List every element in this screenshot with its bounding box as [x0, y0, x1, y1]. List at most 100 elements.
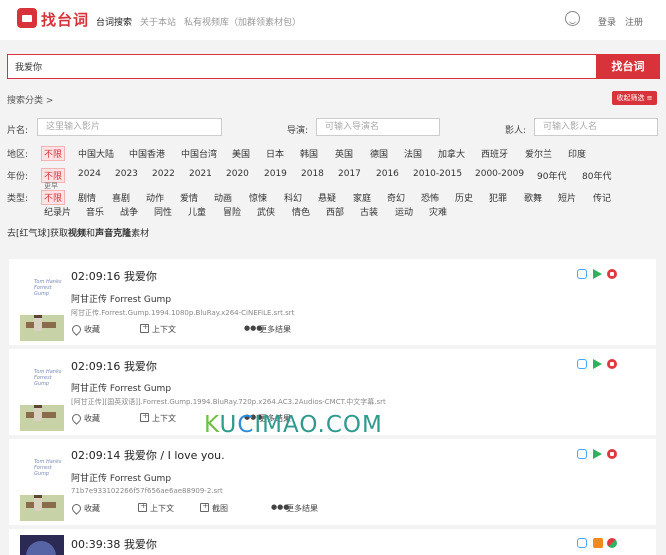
context-button[interactable]: 上下文: [152, 413, 176, 424]
year-option[interactable]: 90年代: [537, 169, 566, 182]
collapse-filter-button[interactable]: 收起筛选 ≡: [612, 91, 657, 105]
type-option[interactable]: 运动: [395, 205, 413, 218]
year-option[interactable]: 2022: [152, 169, 175, 179]
year-option[interactable]: 2023: [115, 169, 138, 179]
favorite-button[interactable]: 收藏: [84, 324, 100, 335]
year-option[interactable]: 80年代: [582, 169, 611, 182]
type-option[interactable]: 战争: [120, 205, 138, 218]
year-option[interactable]: 2020: [226, 169, 249, 179]
nav-about[interactable]: 关于本站: [140, 15, 176, 28]
video-source-icon[interactable]: [607, 269, 617, 279]
year-option[interactable]: 2010-2015: [413, 169, 462, 179]
result-time-line[interactable]: 00:39:38 我爱你: [71, 536, 157, 552]
video-source-icon[interactable]: [607, 538, 617, 548]
type-option[interactable]: 武侠: [257, 205, 275, 218]
region-option[interactable]: 西班牙: [481, 147, 508, 160]
play-icon[interactable]: [593, 269, 602, 279]
region-option[interactable]: 不限: [41, 146, 66, 161]
region-option[interactable]: 中国香港: [129, 147, 165, 160]
nav-subtitle-search[interactable]: 台词搜索: [96, 15, 132, 28]
type-option[interactable]: 爱情: [180, 191, 198, 204]
screenshot-icon[interactable]: [200, 501, 209, 512]
play-icon[interactable]: [593, 359, 602, 369]
region-option[interactable]: 印度: [568, 147, 586, 160]
login-link[interactable]: 登录: [598, 15, 616, 28]
context-icon[interactable]: [138, 501, 147, 512]
result-time-line[interactable]: 02:09:14 我爱你 / I love you.: [71, 447, 225, 463]
movie-poster[interactable]: Tom Hanks Forrest Gump: [20, 445, 64, 521]
video-source-icon[interactable]: [593, 538, 603, 548]
type-option[interactable]: 惊悚: [249, 191, 267, 204]
result-movie-title[interactable]: 阿甘正传 Forrest Gump: [71, 292, 171, 305]
more-results-button[interactable]: 更多结果: [259, 324, 291, 335]
movie-poster[interactable]: Tom Hanks Forrest Gump: [20, 355, 64, 431]
result-time-line[interactable]: 02:09:16 我爱你: [71, 358, 157, 374]
more-results-button[interactable]: 更多结果: [286, 503, 318, 514]
type-option[interactable]: 历史: [455, 191, 473, 204]
year-option[interactable]: 2016: [376, 169, 399, 179]
movie-poster[interactable]: Tom Hanks Forrest Gump: [20, 265, 64, 341]
region-option[interactable]: 美国: [232, 147, 250, 160]
result-movie-title[interactable]: 阿甘正传 Forrest Gump: [71, 471, 171, 484]
type-option[interactable]: 传记: [593, 191, 611, 204]
film-input[interactable]: [37, 118, 222, 136]
video-source-icon[interactable]: [607, 449, 617, 459]
tv-icon[interactable]: [577, 538, 587, 548]
type-option[interactable]: 犯罪: [489, 191, 507, 204]
region-option[interactable]: 中国大陆: [78, 147, 114, 160]
result-movie-title[interactable]: 阿甘正传 Forrest Gump: [71, 381, 171, 394]
year-option[interactable]: 2021: [189, 169, 212, 179]
type-option[interactable]: 奇幻: [387, 191, 405, 204]
type-option[interactable]: 歌舞: [524, 191, 542, 204]
movie-poster[interactable]: [20, 535, 64, 555]
nav-private-library[interactable]: 私有视频库（加群领素材包）: [184, 15, 301, 28]
result-card[interactable]: 00:39:38 我爱你: [9, 529, 656, 555]
region-option[interactable]: 中国台湾: [181, 147, 217, 160]
search-button[interactable]: 找台词: [596, 54, 660, 79]
region-option[interactable]: 法国: [404, 147, 422, 160]
play-icon[interactable]: [593, 449, 602, 459]
tv-icon[interactable]: [577, 269, 587, 279]
video-source-icon[interactable]: [607, 359, 617, 369]
type-option[interactable]: 古装: [360, 205, 378, 218]
region-option[interactable]: 英国: [335, 147, 353, 160]
favorite-icon[interactable]: [70, 412, 83, 425]
result-time-line[interactable]: 02:09:16 我爱你: [71, 268, 157, 284]
type-option[interactable]: 纪录片: [44, 205, 71, 218]
region-option[interactable]: 日本: [266, 147, 284, 160]
type-option[interactable]: 悬疑: [318, 191, 336, 204]
screenshot-button[interactable]: 截图: [212, 503, 228, 514]
promo-link[interactable]: 去[红气球]获取视频和声音克隆素材: [7, 226, 149, 239]
type-option[interactable]: 西部: [326, 205, 344, 218]
type-option[interactable]: 灾难: [429, 205, 447, 218]
type-option[interactable]: 动作: [146, 191, 164, 204]
favorite-button[interactable]: 收藏: [84, 413, 100, 424]
logo-text[interactable]: 找台词: [41, 9, 89, 30]
year-option[interactable]: 2018: [301, 169, 324, 179]
type-option[interactable]: 音乐: [86, 205, 104, 218]
type-option[interactable]: 冒险: [223, 205, 241, 218]
type-option[interactable]: 恐怖: [421, 191, 439, 204]
region-option[interactable]: 德国: [370, 147, 388, 160]
favorite-button[interactable]: 收藏: [84, 503, 100, 514]
type-option[interactable]: 短片: [558, 191, 576, 204]
type-option[interactable]: 科幻: [284, 191, 302, 204]
context-icon[interactable]: [140, 411, 149, 422]
type-option[interactable]: 情色: [292, 205, 310, 218]
favorite-icon[interactable]: [70, 502, 83, 515]
search-category-toggle[interactable]: 搜索分类 >: [7, 93, 53, 106]
year-option[interactable]: 2024: [78, 169, 101, 179]
director-input[interactable]: [316, 118, 440, 136]
type-option[interactable]: 动画: [214, 191, 232, 204]
year-option[interactable]: 2019: [264, 169, 287, 179]
region-option[interactable]: 韩国: [300, 147, 318, 160]
result-card[interactable]: Tom Hanks Forrest Gump 02:09:16 我爱你 阿甘正传…: [9, 259, 656, 345]
type-option[interactable]: 儿童: [188, 205, 206, 218]
result-card[interactable]: Tom Hanks Forrest Gump 02:09:14 我爱你 / I …: [9, 439, 656, 525]
type-option[interactable]: 喜剧: [112, 191, 130, 204]
logo-icon[interactable]: [17, 8, 37, 28]
type-option[interactable]: 不限: [41, 190, 66, 205]
register-link[interactable]: 注册: [625, 15, 643, 28]
tv-icon[interactable]: [577, 359, 587, 369]
context-button[interactable]: 上下文: [150, 503, 174, 514]
